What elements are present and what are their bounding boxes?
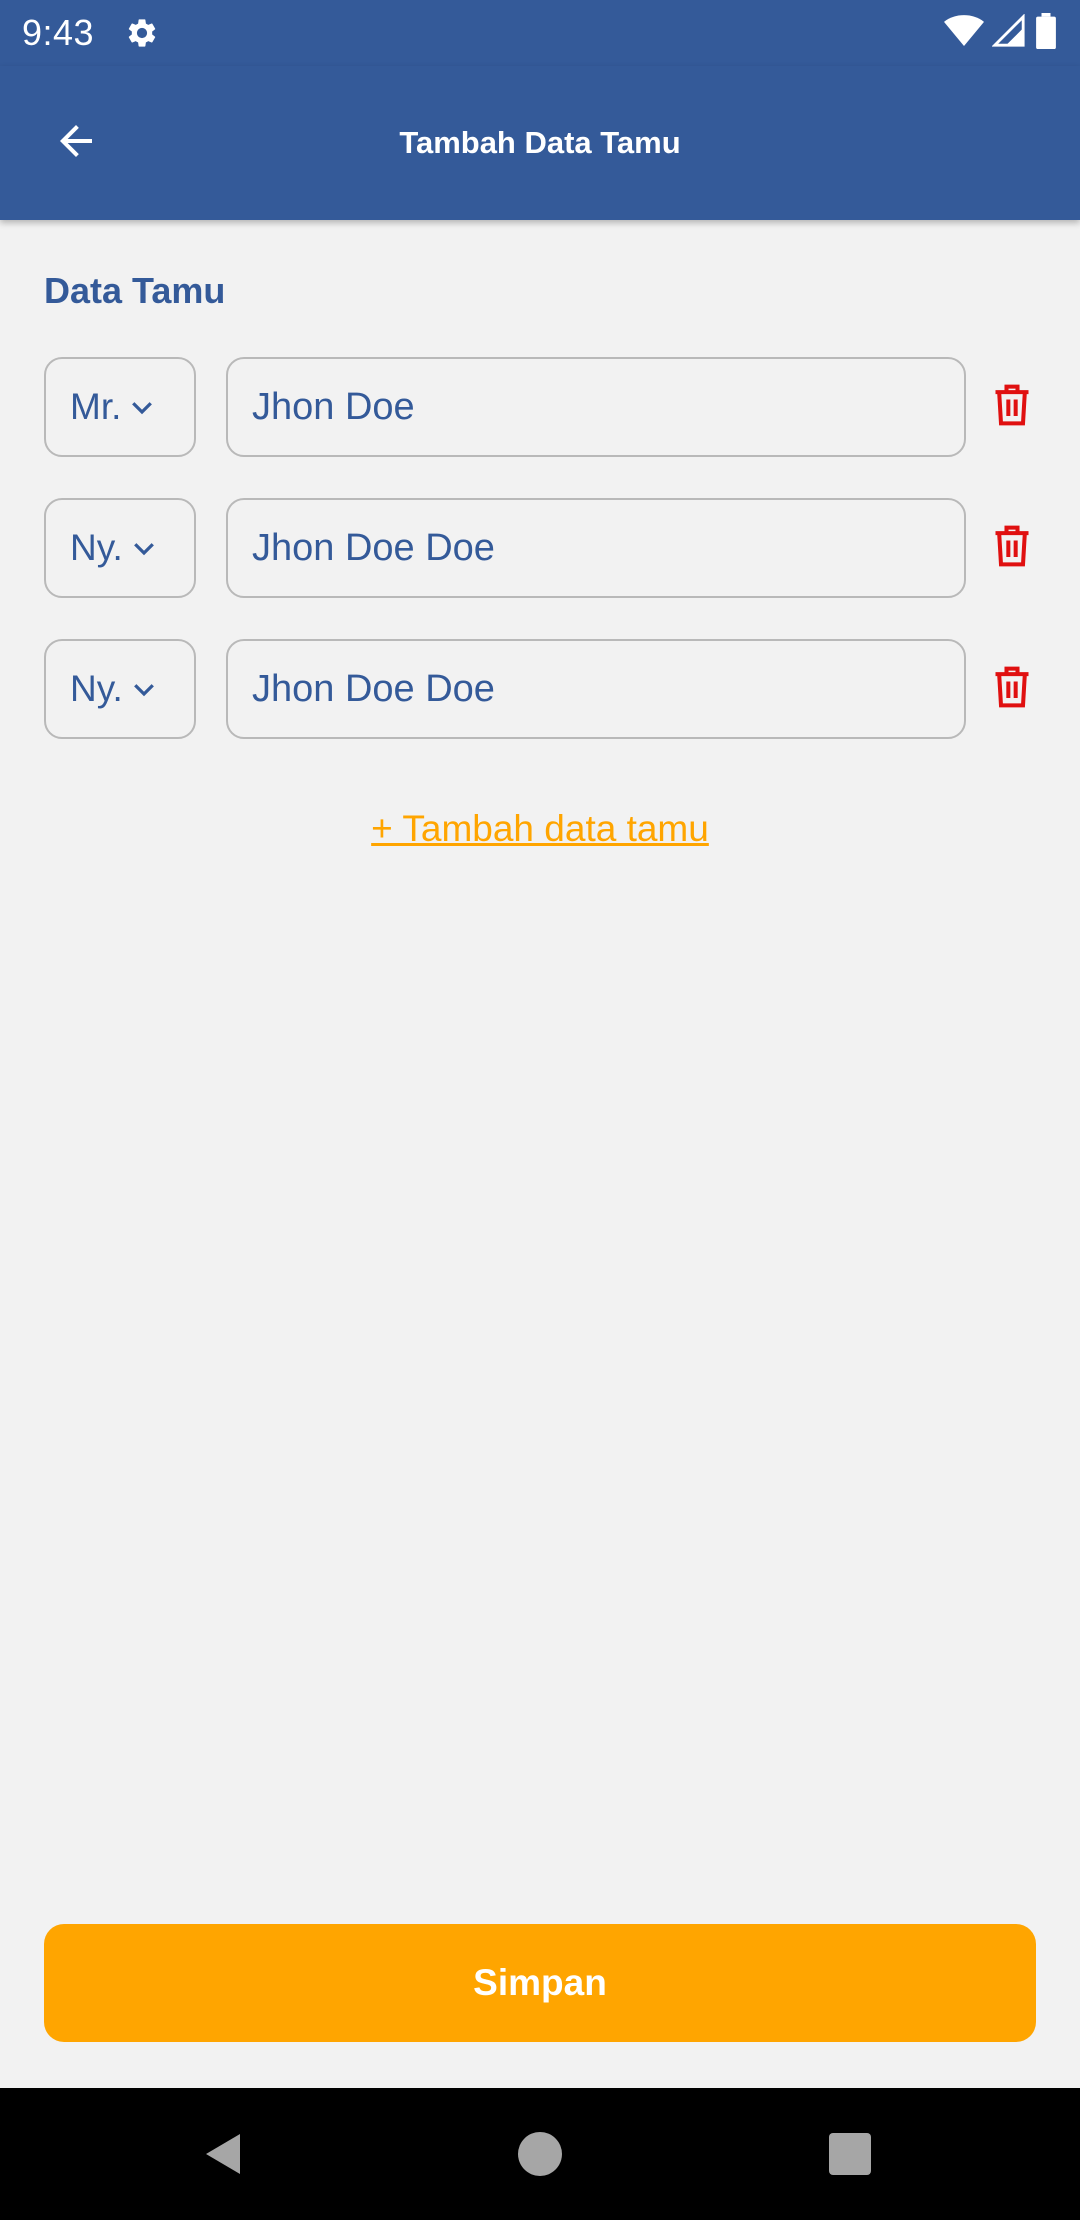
salutation-value: Ny. <box>70 527 123 568</box>
section-title: Data Tamu <box>44 270 226 311</box>
status-bar: 9:43 <box>0 0 1080 66</box>
status-icons <box>944 12 1058 54</box>
guest-row: Ny. <box>44 498 1044 598</box>
arrow-back-icon <box>52 117 100 170</box>
guest-row: Mr. <box>44 357 1044 457</box>
page-title: Tambah Data Tamu <box>399 125 681 160</box>
system-nav-bar <box>0 2088 1080 2220</box>
salutation-value: Ny. <box>70 668 123 709</box>
app-bar: Tambah Data Tamu <box>0 66 1080 220</box>
delete-guest-button[interactable] <box>984 661 1040 717</box>
trash-icon <box>993 665 1031 714</box>
triangle-back-icon[interactable] <box>200 2130 248 2178</box>
chevron-down-icon <box>129 533 159 563</box>
square-recents-icon[interactable] <box>829 2133 871 2175</box>
chevron-down-icon <box>127 392 157 422</box>
guest-name-input[interactable] <box>226 639 966 739</box>
salutation-select[interactable]: Ny. <box>44 498 196 598</box>
guest-name-input[interactable] <box>226 357 966 457</box>
trash-icon <box>993 524 1031 573</box>
gear-icon <box>124 15 160 51</box>
trash-icon <box>993 383 1031 432</box>
delete-guest-button[interactable] <box>984 379 1040 435</box>
chevron-down-icon <box>129 674 159 704</box>
guest-name-input[interactable] <box>226 498 966 598</box>
salutation-select[interactable]: Ny. <box>44 639 196 739</box>
circle-home-icon[interactable] <box>518 2132 562 2176</box>
signal-icon <box>991 12 1026 53</box>
delete-guest-button[interactable] <box>984 520 1040 576</box>
guest-row: Ny. <box>44 639 1044 739</box>
battery-icon <box>1034 12 1058 54</box>
status-time: 9:43 <box>22 12 95 53</box>
wifi-icon <box>944 14 984 53</box>
back-button[interactable] <box>36 112 116 174</box>
salutation-value: Mr. <box>70 386 122 427</box>
save-button[interactable]: Simpan <box>44 1924 1036 2042</box>
salutation-select[interactable]: Mr. <box>44 357 196 457</box>
add-guest-link[interactable]: + Tambah data tamu <box>0 808 1080 850</box>
